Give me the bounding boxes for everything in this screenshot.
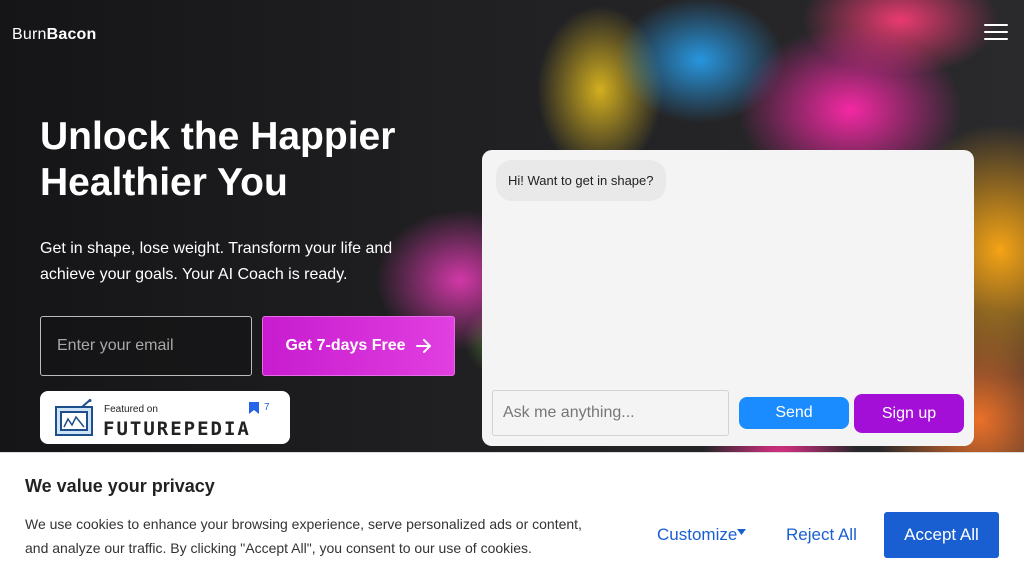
logo-part-burn: Burn [12,26,47,43]
logo-part-bacon: Bacon [46,26,97,43]
cookie-title: We value your privacy [25,476,215,496]
cookie-description: We use cookies to enhance your browsing … [25,512,615,560]
cookie-text-line-2: and analyze our traffic. By clicking "Ac… [25,540,532,556]
brand-logo[interactable]: BurnBacon [12,26,97,44]
chat-message-bubble: Hi! Want to get in shape? [496,160,666,201]
sign-up-button[interactable]: Sign up [854,394,964,433]
bookmark-count: 7 [264,402,270,413]
reject-all-button[interactable]: Reject All [786,525,857,545]
cookie-text-line-1: We use cookies to enhance your browsing … [25,516,582,532]
featured-on-label: Featured on [104,404,158,415]
subtext-line-1: Get in shape, lose weight. Transform you… [40,240,393,257]
futurepedia-name: FUTUREPEDIA [103,418,251,440]
tv-icon [55,399,93,436]
subtext-line-2: achieve your goals. Your AI Coach is rea… [40,266,348,283]
chat-input[interactable] [492,390,729,436]
headline-line-2: Healthier You [40,161,288,204]
arrow-right-icon [415,339,431,353]
caret-down-icon [737,529,747,535]
email-input[interactable] [40,316,252,376]
chat-widget: Hi! Want to get in shape? Send Sign up [482,150,974,446]
hero-subtext: Get in shape, lose weight. Transform you… [40,236,420,288]
cookie-banner: We value your privacy We use cookies to … [0,452,1024,576]
hamburger-menu-icon[interactable] [984,24,1008,42]
hero-headline: Unlock the Happier Healthier You [40,114,460,206]
get-free-trial-button[interactable]: Get 7-days Free [262,316,455,376]
futurepedia-badge[interactable]: Featured on FUTUREPEDIA 7 [40,391,290,444]
cta-label: Get 7-days Free [285,337,406,354]
customize-label: Customize [657,525,738,544]
accept-all-button[interactable]: Accept All [884,512,999,558]
send-button[interactable]: Send [739,397,849,429]
headline-line-1: Unlock the Happier [40,115,396,158]
bookmark-icon [249,402,259,414]
customize-button[interactable]: Customize [657,525,747,545]
